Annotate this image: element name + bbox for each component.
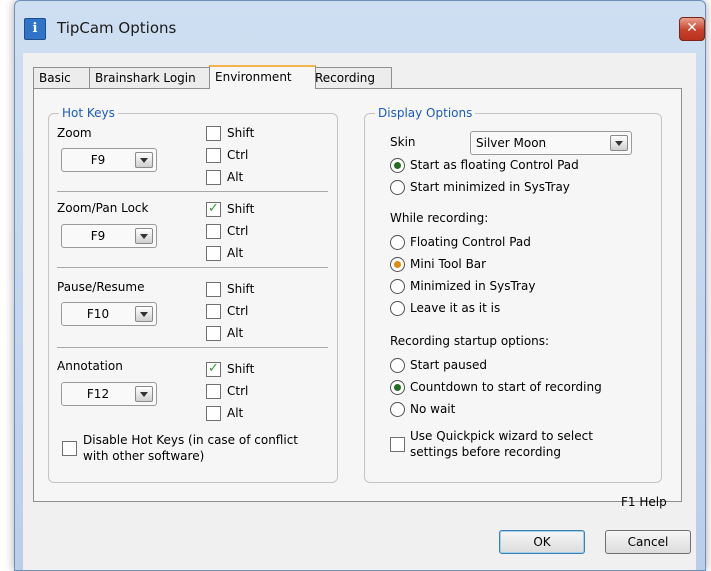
- zoom-pan-lock-ctrl-checkbox[interactable]: [206, 224, 221, 239]
- annotation-key-value: F12: [86, 387, 110, 401]
- title-bar[interactable]: i TipCam Options ✕: [15, 1, 705, 53]
- pause-resume-shift-checkbox[interactable]: [206, 282, 221, 297]
- divider: [57, 347, 328, 348]
- chevron-down-icon[interactable]: [135, 386, 153, 402]
- pause-resume-ctrl-label: Ctrl: [227, 304, 249, 318]
- countdown-radio[interactable]: [390, 380, 405, 395]
- pause-resume-ctrl-checkbox[interactable]: [206, 304, 221, 319]
- start-floating-radio[interactable]: [390, 158, 405, 173]
- zoom-pan-lock-ctrl-label: Ctrl: [227, 224, 249, 238]
- disable-hot-keys-checkbox[interactable]: [62, 441, 77, 456]
- radio-dot: [394, 384, 401, 391]
- tab-brainshark-login[interactable]: Brainshark Login: [89, 67, 222, 88]
- skin-value: Silver Moon: [476, 136, 547, 150]
- hot-keys-group: Hot Keys Zoom F9 Shift Ctrl Alt Zoom/Pan…: [48, 105, 338, 483]
- annotation-key-select[interactable]: F12: [61, 382, 157, 406]
- chevron-down-icon[interactable]: [135, 152, 153, 168]
- annotation-alt-checkbox[interactable]: [206, 406, 221, 421]
- zoom-pan-lock-shift-checkbox[interactable]: ✓: [206, 201, 221, 217]
- annotation-ctrl-label: Ctrl: [227, 384, 249, 398]
- cancel-button[interactable]: Cancel: [605, 530, 691, 554]
- zoom-pan-lock-alt-checkbox[interactable]: [206, 246, 221, 261]
- mini-tool-bar-label: Mini Tool Bar: [410, 257, 487, 271]
- annotation-shift-checkbox[interactable]: ✓: [206, 361, 221, 377]
- checkmark-icon: ✓: [208, 201, 219, 216]
- zoom-ctrl-label: Ctrl: [227, 148, 249, 162]
- window-title: TipCam Options: [57, 19, 177, 37]
- zoom-shift-label: Shift: [227, 126, 255, 140]
- chevron-down-icon[interactable]: [135, 228, 153, 244]
- chevron-down-icon[interactable]: [610, 135, 628, 151]
- options-window: i TipCam Options ✕ Basic Brainshark Logi…: [14, 0, 706, 571]
- zoom-label: Zoom: [57, 126, 92, 140]
- disable-hot-keys-label-1: Disable Hot Keys (in case of conflict: [83, 433, 298, 447]
- annotation-ctrl-checkbox[interactable]: [206, 384, 221, 399]
- zoom-pan-lock-key-select[interactable]: F9: [61, 224, 157, 248]
- tab-environment[interactable]: Environment: [209, 65, 316, 89]
- disable-hot-keys-label-2: with other software): [83, 449, 205, 463]
- zoom-pan-lock-key-value: F9: [90, 229, 106, 243]
- zoom-pan-lock-alt-label: Alt: [227, 246, 244, 260]
- annotation-shift-label: Shift: [227, 362, 255, 376]
- no-wait-radio[interactable]: [390, 402, 405, 417]
- mini-tool-bar-radio[interactable]: [390, 257, 405, 272]
- ok-button[interactable]: OK: [499, 530, 585, 554]
- environment-panel: Hot Keys Zoom F9 Shift Ctrl Alt Zoom/Pan…: [33, 88, 682, 502]
- zoom-pan-lock-shift-label: Shift: [227, 202, 255, 216]
- radio-dot: [394, 162, 401, 169]
- minimized-systray-label: Minimized in SysTray: [410, 279, 536, 293]
- zoom-key-select[interactable]: F9: [61, 148, 157, 172]
- start-floating-label: Start as floating Control Pad: [410, 158, 579, 172]
- pause-resume-alt-checkbox[interactable]: [206, 326, 221, 341]
- app-icon: i: [24, 18, 46, 40]
- minimized-systray-radio[interactable]: [390, 279, 405, 294]
- floating-control-pad-radio[interactable]: [390, 235, 405, 250]
- while-recording-label: While recording:: [390, 211, 489, 225]
- quickpick-checkbox[interactable]: [390, 437, 405, 452]
- zoom-ctrl-checkbox[interactable]: [206, 148, 221, 163]
- quickpick-label-2: settings before recording: [410, 445, 561, 459]
- leave-as-is-label: Leave it as it is: [410, 301, 501, 315]
- quickpick-label-1: Use Quickpick wizard to select: [410, 429, 593, 443]
- tab-recording[interactable]: Recording: [309, 67, 392, 88]
- zoom-alt-checkbox[interactable]: [206, 170, 221, 185]
- countdown-label: Countdown to start of recording: [410, 380, 602, 394]
- display-options-group: Display Options Skin Silver Moon Start a…: [364, 105, 662, 483]
- start-paused-radio[interactable]: [390, 358, 405, 373]
- skin-select[interactable]: Silver Moon: [470, 131, 632, 155]
- skin-label: Skin: [390, 135, 416, 149]
- checkmark-icon: ✓: [208, 361, 219, 376]
- startup-options-label: Recording startup options:: [390, 334, 550, 348]
- annotation-label: Annotation: [57, 359, 123, 373]
- start-minimized-radio[interactable]: [390, 180, 405, 195]
- pause-resume-key-value: F10: [86, 307, 110, 321]
- start-minimized-label: Start minimized in SysTray: [410, 180, 570, 194]
- hot-keys-title: Hot Keys: [59, 105, 118, 121]
- zoom-alt-label: Alt: [227, 170, 244, 184]
- divider: [57, 191, 328, 192]
- radio-dot: [394, 261, 401, 268]
- pause-resume-alt-label: Alt: [227, 326, 244, 340]
- zoom-shift-checkbox[interactable]: [206, 126, 221, 141]
- pause-resume-shift-label: Shift: [227, 282, 255, 296]
- chevron-down-icon[interactable]: [135, 306, 153, 322]
- divider: [57, 267, 328, 268]
- pause-resume-key-select[interactable]: F10: [61, 302, 157, 326]
- tab-basic[interactable]: Basic: [33, 67, 91, 88]
- zoom-pan-lock-label: Zoom/Pan Lock: [57, 201, 149, 215]
- annotation-alt-label: Alt: [227, 406, 244, 420]
- zoom-key-value: F9: [90, 153, 106, 167]
- pause-resume-label: Pause/Resume: [57, 280, 145, 294]
- display-options-title: Display Options: [375, 105, 476, 121]
- leave-as-is-radio[interactable]: [390, 301, 405, 316]
- start-paused-label: Start paused: [410, 358, 487, 372]
- floating-control-pad-label: Floating Control Pad: [410, 235, 531, 249]
- dialog-body: Basic Brainshark Login Environment Recor…: [23, 53, 696, 570]
- close-button[interactable]: ✕: [679, 17, 705, 41]
- no-wait-label: No wait: [410, 402, 456, 416]
- f1-help-label: F1 Help: [621, 495, 667, 509]
